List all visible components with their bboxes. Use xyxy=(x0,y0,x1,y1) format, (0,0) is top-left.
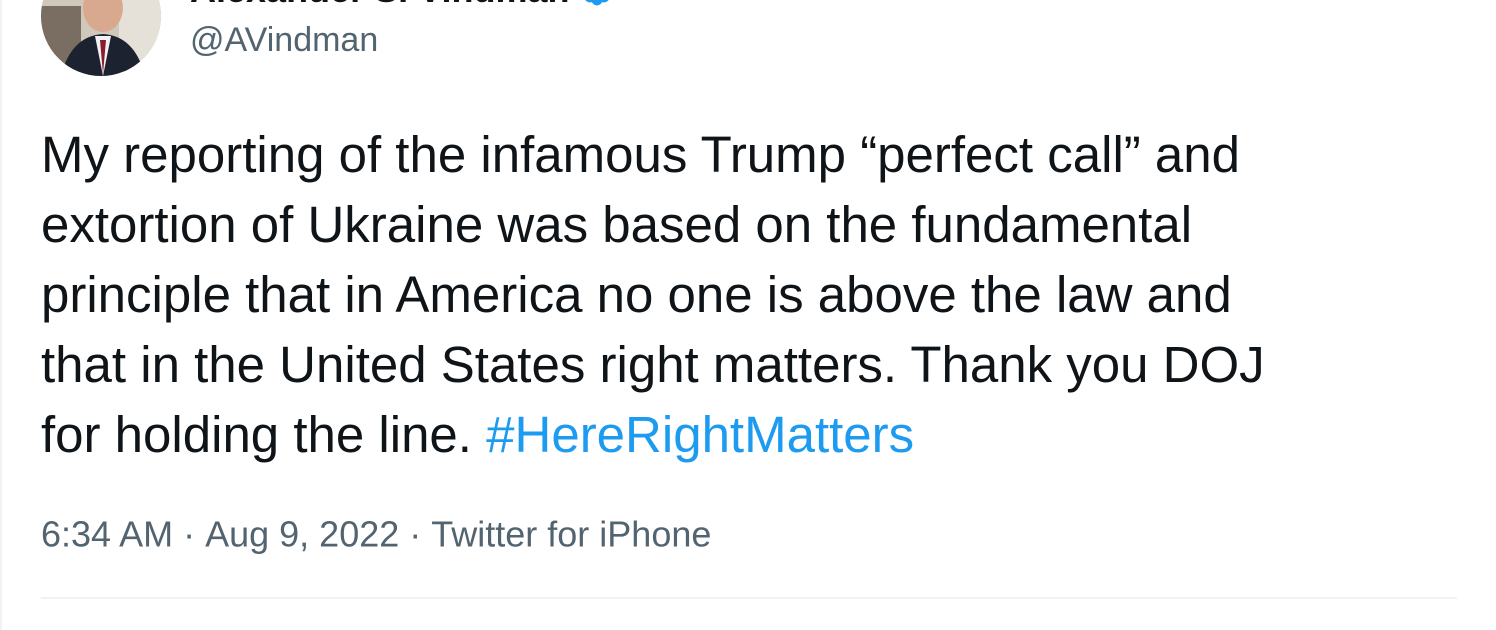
tweet-text-line: that in the United States right matters.… xyxy=(41,336,1265,393)
tweet[interactable]: Alexander S. Vindman @AVindman My report… xyxy=(0,0,1496,630)
divider xyxy=(41,597,1457,599)
display-name-row[interactable]: Alexander S. Vindman xyxy=(190,0,615,10)
avatar-image xyxy=(41,0,161,76)
tweet-text: My reporting of the infamous Trump “perf… xyxy=(41,120,1461,470)
author-handle[interactable]: @AVindman xyxy=(190,20,378,60)
tweet-metadata: 6:34 AM · Aug 9, 2022 · Twitter for iPho… xyxy=(41,510,711,556)
tweet-date[interactable]: Aug 9, 2022 xyxy=(205,513,399,554)
tweet-text-line-last: for holding the line. #HereRightMatters xyxy=(41,400,1461,470)
tweet-text-line: extortion of Ukraine was based on the fu… xyxy=(41,196,1193,253)
avatar[interactable] xyxy=(41,0,161,76)
hashtag-link[interactable]: #HereRightMatters xyxy=(486,406,914,463)
verified-badge-icon xyxy=(579,0,615,8)
tweet-text-line: for holding the line. xyxy=(41,406,487,463)
tweet-text-line: My reporting of the infamous Trump “perf… xyxy=(41,126,1241,183)
tweet-source[interactable]: Twitter for iPhone xyxy=(431,513,711,554)
tweet-text-line: principle that in America no one is abov… xyxy=(41,266,1232,323)
meta-separator: · xyxy=(399,513,432,555)
tweet-time[interactable]: 6:34 AM xyxy=(41,513,173,554)
display-name[interactable]: Alexander S. Vindman xyxy=(190,0,569,10)
meta-separator: · xyxy=(173,513,206,555)
